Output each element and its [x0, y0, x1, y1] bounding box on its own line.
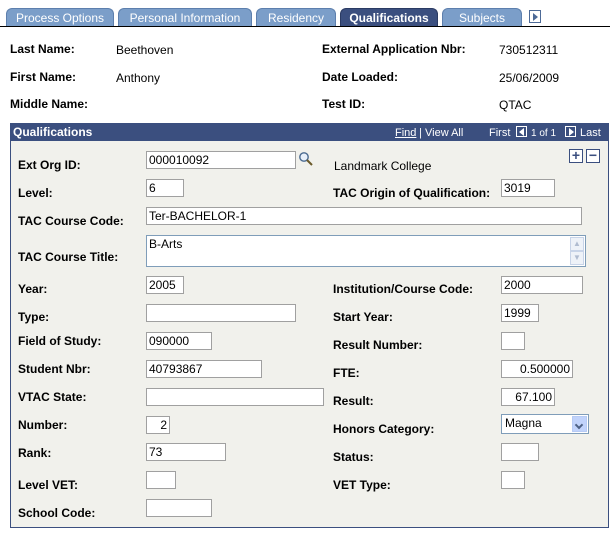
fte-input[interactable]: 0.500000 [501, 360, 573, 378]
result-label: Result: [333, 394, 374, 408]
institution-course-code-input[interactable]: 2000 [501, 276, 583, 294]
institution-course-code-label: Institution/Course Code: [333, 282, 473, 296]
student-nbr-label: Student Nbr: [18, 362, 91, 376]
tab-residency[interactable]: Residency [256, 8, 336, 26]
field-of-study-label: Field of Study: [18, 334, 102, 348]
result-number-input[interactable] [501, 332, 525, 350]
nav-separator: | [419, 127, 422, 139]
tab-subjects[interactable]: Subjects [442, 8, 522, 26]
vtac-state-label: VTAC State: [18, 390, 87, 404]
last-name-value: Beethoven [116, 43, 174, 57]
next-arrow-icon[interactable] [565, 126, 576, 137]
vet-type-input[interactable] [501, 471, 525, 489]
result-number-label: Result Number: [333, 338, 423, 352]
add-row-button[interactable]: + [569, 148, 583, 163]
start-year-label: Start Year: [333, 310, 393, 324]
last-label: Last [580, 127, 601, 139]
type-label: Type: [18, 310, 50, 324]
rank-input[interactable]: 73 [146, 443, 226, 461]
tab-process-options[interactable]: Process Options [6, 8, 114, 26]
start-year-input[interactable]: 1999 [501, 304, 539, 322]
tab-bar: Process Options Personal Information Res… [0, 0, 616, 27]
level-input[interactable]: 6 [146, 179, 184, 197]
tac-course-title-textarea[interactable]: B-Arts ▲ ▼ [146, 235, 586, 267]
group-title: Qualifications [13, 125, 93, 139]
date-loaded-value: 25/06/2009 [499, 71, 560, 85]
rank-label: Rank: [18, 446, 52, 460]
level-vet-label: Level VET: [18, 478, 79, 492]
school-code-label: School Code: [18, 506, 96, 520]
find-link[interactable]: Find [395, 127, 416, 139]
scroll-up-icon[interactable]: ▲ [570, 237, 584, 251]
tac-course-title-label: TAC Course Title: [18, 250, 119, 264]
tab-qualifications[interactable]: Qualifications [340, 8, 438, 26]
student-nbr-input[interactable]: 40793867 [146, 360, 262, 378]
first-name-value: Anthony [116, 71, 161, 85]
year-input[interactable]: 2005 [146, 276, 184, 294]
tac-origin-label: TAC Origin of Qualification: [333, 186, 491, 200]
external-application-nbr-label: External Application Nbr: [322, 42, 466, 56]
tac-course-code-label: TAC Course Code: [18, 214, 124, 228]
honors-category-value: Magna [505, 416, 542, 430]
tab-personal-information[interactable]: Personal Information [118, 8, 252, 26]
first-name-label: First Name: [10, 70, 77, 84]
number-input[interactable]: 2 [146, 416, 170, 434]
test-id-label: Test ID: [322, 97, 366, 111]
vet-type-label: VET Type: [333, 478, 391, 492]
year-label: Year: [18, 282, 48, 296]
chevron-down-icon[interactable] [572, 416, 587, 432]
number-label: Number: [18, 418, 68, 432]
level-label: Level: [18, 186, 53, 200]
right-arrow-icon[interactable] [529, 10, 541, 23]
ext-org-id-label: Ext Org ID: [18, 158, 81, 172]
school-code-input[interactable] [146, 499, 212, 517]
status-input[interactable] [501, 443, 539, 461]
tac-course-title-text: B-Arts [149, 237, 183, 251]
view-all-link[interactable]: View All [425, 127, 463, 139]
delete-row-button[interactable]: − [586, 148, 600, 163]
lookup-search-icon[interactable] [298, 151, 314, 167]
page-indicator: 1 of 1 [531, 128, 557, 139]
tac-origin-input[interactable]: 3019 [501, 179, 555, 197]
external-application-nbr-value: 730512311 [499, 43, 559, 57]
ext-org-description: Landmark College [334, 159, 432, 173]
level-vet-input[interactable] [146, 471, 176, 489]
previous-arrow-icon[interactable] [516, 126, 527, 137]
scroll-down-icon[interactable]: ▼ [570, 251, 584, 265]
result-input[interactable]: 67.100 [501, 388, 555, 406]
test-id-value: QTAC [499, 98, 532, 112]
fte-label: FTE: [333, 366, 360, 380]
ext-org-id-input[interactable]: 000010092 [146, 151, 296, 169]
first-label: First [489, 127, 511, 139]
field-of-study-input[interactable]: 090000 [146, 332, 212, 350]
vtac-state-input[interactable] [146, 388, 324, 406]
textarea-scrollbar[interactable]: ▲ ▼ [570, 237, 584, 265]
tab-divider [0, 26, 610, 27]
type-input[interactable] [146, 304, 296, 322]
group-header: Qualifications Find | View All First 1 o… [11, 124, 608, 141]
status-label: Status: [333, 450, 374, 464]
tac-course-code-input[interactable]: Ter-BACHELOR-1 [146, 207, 582, 225]
middle-name-label: Middle Name: [10, 97, 89, 111]
honors-category-label: Honors Category: [333, 422, 435, 436]
date-loaded-label: Date Loaded: [322, 70, 399, 84]
honors-category-select[interactable]: Magna [501, 414, 589, 434]
last-name-label: Last Name: [10, 42, 75, 56]
